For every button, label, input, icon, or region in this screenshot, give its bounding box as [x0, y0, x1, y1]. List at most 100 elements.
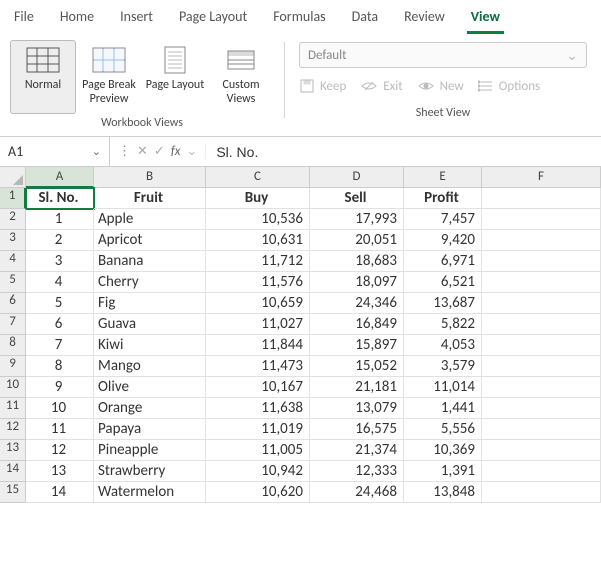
- fx-label[interactable]: fx: [171, 144, 181, 159]
- cell-F13[interactable]: [482, 440, 601, 461]
- menu-tab-home[interactable]: Home: [56, 4, 98, 34]
- row-header-5[interactable]: 5: [0, 272, 26, 293]
- cell-E10[interactable]: 11,014: [404, 377, 482, 398]
- cell-F11[interactable]: [482, 398, 601, 419]
- cell-B2[interactable]: Apple: [94, 209, 206, 230]
- cell-E11[interactable]: 1,441: [404, 398, 482, 419]
- cell-F7[interactable]: [482, 314, 601, 335]
- cell-A1[interactable]: Sl. No.: [26, 188, 94, 209]
- cell-E14[interactable]: 1,391: [404, 461, 482, 482]
- sheet-view-dropdown[interactable]: Default: [299, 42, 587, 68]
- row-header-7[interactable]: 7: [0, 314, 26, 335]
- cell-A11[interactable]: 10: [26, 398, 94, 419]
- cell-A10[interactable]: 9: [26, 377, 94, 398]
- cell-F4[interactable]: [482, 251, 601, 272]
- cell-D14[interactable]: 12,333: [310, 461, 404, 482]
- cell-C2[interactable]: 10,536: [206, 209, 310, 230]
- column-header-C[interactable]: C: [206, 167, 310, 188]
- cell-A2[interactable]: 1: [26, 209, 94, 230]
- keep-button[interactable]: Keep: [299, 78, 346, 94]
- cell-D11[interactable]: 13,079: [310, 398, 404, 419]
- cell-D1[interactable]: Sell: [310, 188, 404, 209]
- cell-C7[interactable]: 11,027: [206, 314, 310, 335]
- normal-view-button[interactable]: Normal: [10, 40, 76, 114]
- row-header-9[interactable]: 9: [0, 356, 26, 377]
- menu-tab-page-layout[interactable]: Page Layout: [175, 4, 251, 34]
- cell-B5[interactable]: Cherry: [94, 272, 206, 293]
- menu-tab-data[interactable]: Data: [348, 4, 382, 34]
- row-header-2[interactable]: 2: [0, 209, 26, 230]
- options-button[interactable]: Options: [478, 78, 540, 94]
- cell-D10[interactable]: 21,181: [310, 377, 404, 398]
- menu-tab-insert[interactable]: Insert: [116, 4, 157, 34]
- cell-B10[interactable]: Olive: [94, 377, 206, 398]
- cell-B4[interactable]: Banana: [94, 251, 206, 272]
- cell-E4[interactable]: 6,971: [404, 251, 482, 272]
- cell-B14[interactable]: Strawberry: [94, 461, 206, 482]
- cell-C13[interactable]: 11,005: [206, 440, 310, 461]
- row-header-6[interactable]: 6: [0, 293, 26, 314]
- cell-D12[interactable]: 16,575: [310, 419, 404, 440]
- cancel-icon[interactable]: ✕: [137, 144, 148, 159]
- cell-F5[interactable]: [482, 272, 601, 293]
- row-header-3[interactable]: 3: [0, 230, 26, 251]
- row-header-13[interactable]: 13: [0, 440, 26, 461]
- cell-A6[interactable]: 5: [26, 293, 94, 314]
- cell-B13[interactable]: Pineapple: [94, 440, 206, 461]
- cell-C11[interactable]: 11,638: [206, 398, 310, 419]
- cell-F1[interactable]: [482, 188, 601, 209]
- cell-D6[interactable]: 24,346: [310, 293, 404, 314]
- cell-C15[interactable]: 10,620: [206, 482, 310, 503]
- cell-E13[interactable]: 10,369: [404, 440, 482, 461]
- row-header-12[interactable]: 12: [0, 419, 26, 440]
- cell-A13[interactable]: 12: [26, 440, 94, 461]
- page-break-preview-button[interactable]: Page Break Preview: [76, 40, 142, 114]
- menu-tab-review[interactable]: Review: [400, 4, 449, 34]
- cell-A7[interactable]: 6: [26, 314, 94, 335]
- cell-C12[interactable]: 11,019: [206, 419, 310, 440]
- menu-tab-view[interactable]: View: [467, 4, 504, 34]
- cell-D3[interactable]: 20,051: [310, 230, 404, 251]
- custom-views-button[interactable]: Custom Views: [208, 40, 274, 114]
- cell-A15[interactable]: 14: [26, 482, 94, 503]
- cell-F8[interactable]: [482, 335, 601, 356]
- cell-E2[interactable]: 7,457: [404, 209, 482, 230]
- name-box[interactable]: A1 ⌄: [0, 137, 110, 166]
- cell-B8[interactable]: Kiwi: [94, 335, 206, 356]
- cell-C9[interactable]: 11,473: [206, 356, 310, 377]
- cell-C8[interactable]: 11,844: [206, 335, 310, 356]
- row-header-10[interactable]: 10: [0, 377, 26, 398]
- formula-input[interactable]: [206, 144, 601, 160]
- row-header-4[interactable]: 4: [0, 251, 26, 272]
- fx-chevron-icon[interactable]: ⌄: [186, 144, 197, 159]
- cell-A9[interactable]: 8: [26, 356, 94, 377]
- cell-F3[interactable]: [482, 230, 601, 251]
- column-header-E[interactable]: E: [404, 167, 482, 188]
- menu-tab-file[interactable]: File: [10, 4, 38, 34]
- column-header-B[interactable]: B: [94, 167, 206, 188]
- cell-C14[interactable]: 10,942: [206, 461, 310, 482]
- column-header-F[interactable]: F: [482, 167, 601, 188]
- cell-B3[interactable]: Apricot: [94, 230, 206, 251]
- cell-B7[interactable]: Guava: [94, 314, 206, 335]
- cell-A3[interactable]: 2: [26, 230, 94, 251]
- cell-E12[interactable]: 5,556: [404, 419, 482, 440]
- cell-E5[interactable]: 6,521: [404, 272, 482, 293]
- cell-E8[interactable]: 4,053: [404, 335, 482, 356]
- cell-C10[interactable]: 10,167: [206, 377, 310, 398]
- cell-F6[interactable]: [482, 293, 601, 314]
- cell-A12[interactable]: 11: [26, 419, 94, 440]
- cell-F14[interactable]: [482, 461, 601, 482]
- cell-D4[interactable]: 18,683: [310, 251, 404, 272]
- row-header-1[interactable]: 1: [0, 188, 26, 209]
- cell-F9[interactable]: [482, 356, 601, 377]
- column-header-D[interactable]: D: [310, 167, 404, 188]
- cell-B6[interactable]: Fig: [94, 293, 206, 314]
- row-header-15[interactable]: 15: [0, 482, 26, 503]
- cell-C3[interactable]: 10,631: [206, 230, 310, 251]
- page-layout-button[interactable]: Page Layout: [142, 40, 208, 114]
- cell-C5[interactable]: 11,576: [206, 272, 310, 293]
- cell-B1[interactable]: Fruit: [94, 188, 206, 209]
- row-header-11[interactable]: 11: [0, 398, 26, 419]
- new-button[interactable]: New: [417, 78, 464, 94]
